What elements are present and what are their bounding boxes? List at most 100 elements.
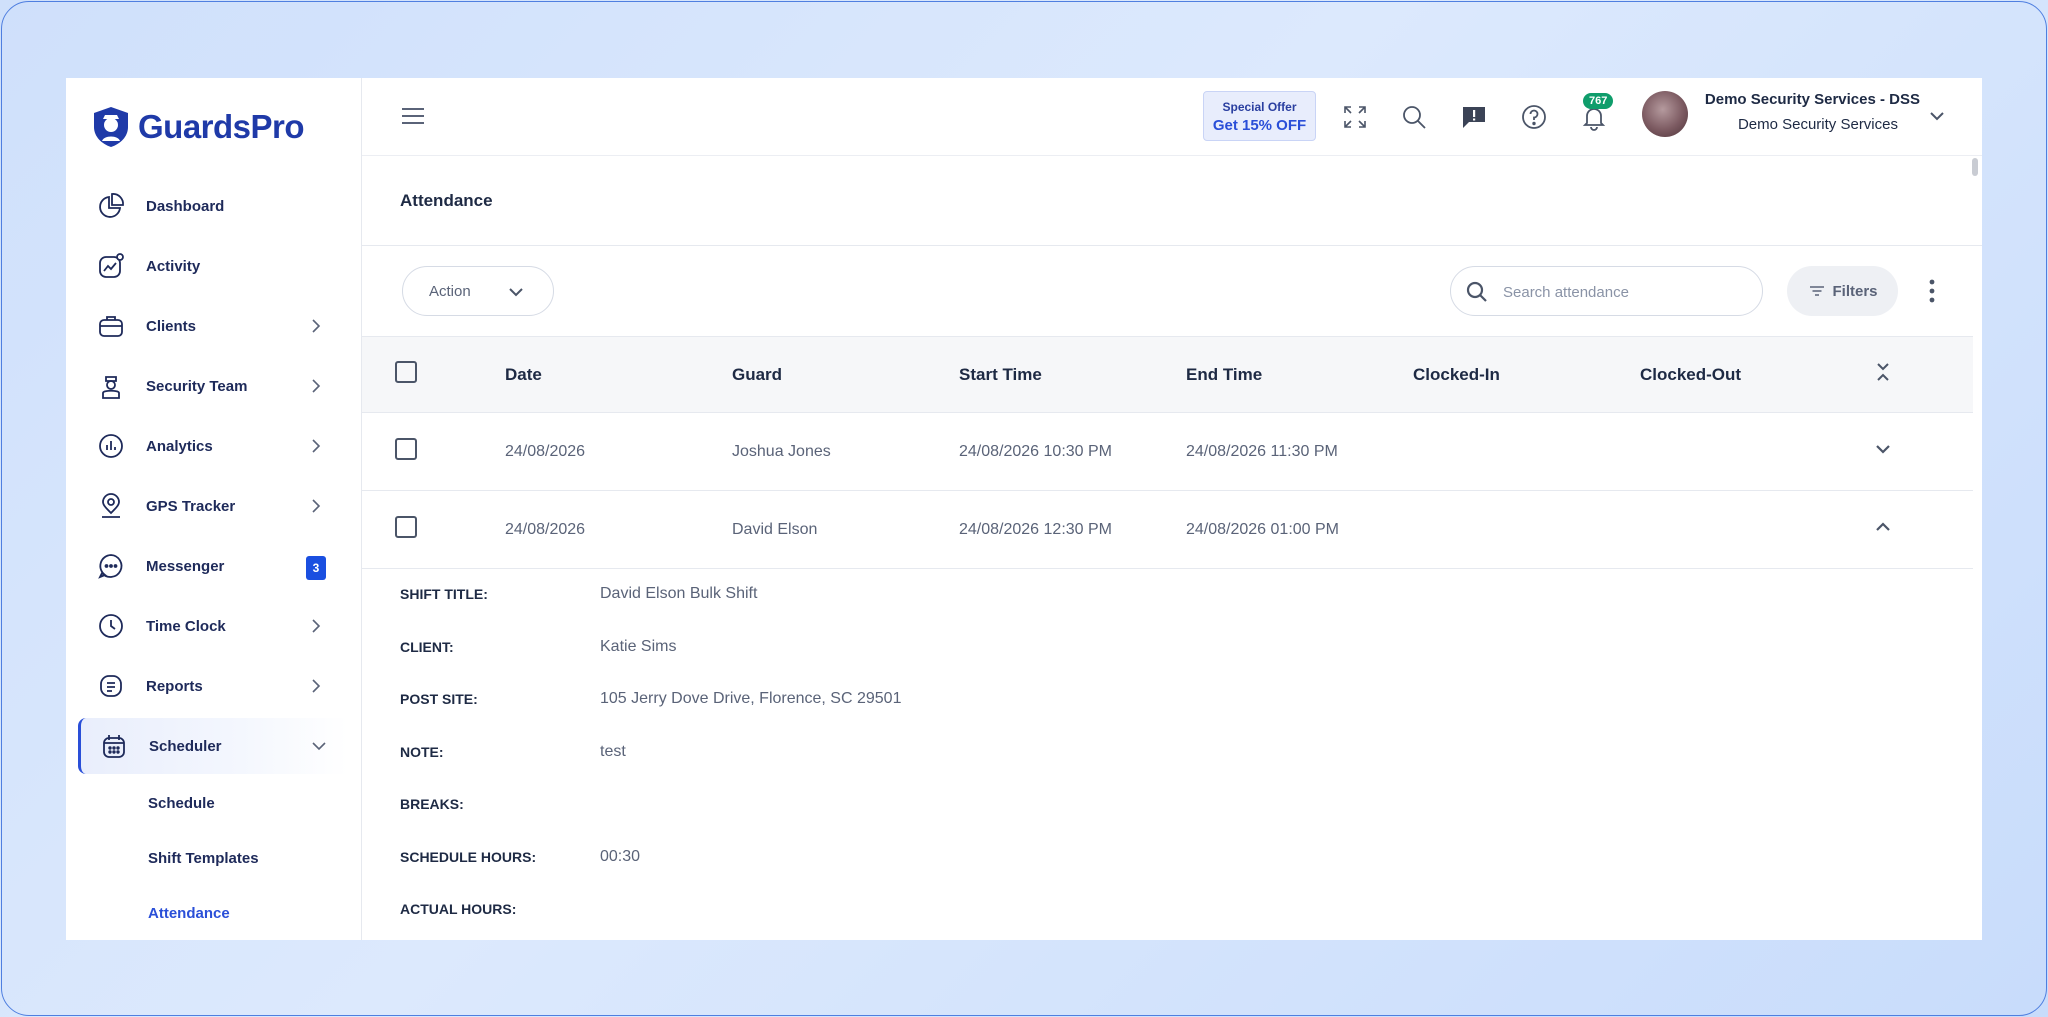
cell-start-time: 24/08/2026 10:30 PM xyxy=(959,442,1113,460)
pie-chart-icon xyxy=(96,191,126,221)
vertical-scrollbar[interactable] xyxy=(1972,158,1978,176)
sidebar-item-scheduler[interactable]: Scheduler xyxy=(78,718,348,774)
page-title: Attendance xyxy=(400,190,493,210)
detail-breaks: BREAKS: xyxy=(400,778,901,831)
guard-person-icon xyxy=(96,371,126,401)
app-window: GuardsPro Dashboard Activity Clients Sec… xyxy=(66,78,1982,940)
activity-graph-icon xyxy=(96,251,126,281)
sidebar-nav: Dashboard Activity Clients Security Team… xyxy=(66,176,361,774)
cell-end-time: 24/08/2026 11:30 PM xyxy=(1186,442,1338,460)
column-header-start-time[interactable]: Start Time xyxy=(959,337,1186,413)
chevron-down-icon[interactable] xyxy=(1927,106,1947,126)
detail-label: NOTE: xyxy=(400,743,444,760)
cell-clocked-in xyxy=(1413,491,1640,569)
bar-chart-circle-icon xyxy=(96,431,126,461)
select-all-checkbox[interactable] xyxy=(395,361,417,383)
column-header-clocked-in[interactable]: Clocked-In xyxy=(1413,337,1640,413)
sidebar-item-clients[interactable]: Clients xyxy=(66,296,361,356)
detail-value: Katie Sims xyxy=(600,637,677,655)
detail-shift-title: SHIFT TITLE: David Elson Bulk Shift xyxy=(400,568,901,621)
column-header-date[interactable]: Date xyxy=(505,337,732,413)
top-bar: Special Offer Get 15% OFF 767 Demo Secur xyxy=(362,78,1982,156)
sidebar-item-reports[interactable]: Reports xyxy=(66,656,361,716)
sidebar-item-dashboard[interactable]: Dashboard xyxy=(66,176,361,236)
location-pin-icon xyxy=(96,491,126,521)
sidebar-item-time-clock[interactable]: Time Clock xyxy=(66,596,361,656)
sidebar-item-label: Messenger xyxy=(146,557,225,575)
sidebar-item-activity[interactable]: Activity xyxy=(66,236,361,296)
attendance-table: Date Guard Start Time End Time Clocked-I… xyxy=(362,336,1973,569)
table-row[interactable]: 24/08/2026 Joshua Jones 24/08/2026 10:30… xyxy=(362,413,1973,491)
sidebar-subitem-shift-templates[interactable]: Shift Templates xyxy=(66,831,361,886)
sidebar-item-messenger[interactable]: Messenger 3 xyxy=(66,536,361,596)
hamburger-menu-icon[interactable] xyxy=(400,104,426,128)
chevron-down-icon xyxy=(312,742,326,751)
cell-clocked-out xyxy=(1640,413,1872,491)
search-box xyxy=(1450,266,1763,316)
sidebar-item-security-team[interactable]: Security Team xyxy=(66,356,361,416)
feedback-alert-icon[interactable] xyxy=(1459,102,1489,132)
fullscreen-icon[interactable] xyxy=(1340,102,1370,132)
detail-value: 00:30 xyxy=(600,847,641,865)
detail-note: NOTE: test xyxy=(400,726,901,779)
chevron-up-icon[interactable] xyxy=(1872,516,1894,538)
cell-date: 24/08/2026 xyxy=(505,520,586,538)
cell-clocked-out xyxy=(1640,491,1872,569)
more-options-icon[interactable] xyxy=(1922,277,1942,305)
sidebar-item-label: Time Clock xyxy=(146,617,226,635)
detail-label: ACTUAL HOURS: xyxy=(400,901,517,918)
calendar-icon xyxy=(99,731,129,761)
detail-value: test xyxy=(600,742,626,760)
chevron-down-icon[interactable] xyxy=(1872,438,1894,460)
cell-end-time: 24/08/2026 01:00 PM xyxy=(1186,520,1340,538)
search-icon[interactable] xyxy=(1399,102,1429,132)
column-header-guard[interactable]: Guard xyxy=(732,337,959,413)
filters-button[interactable]: Filters xyxy=(1787,266,1898,316)
collapse-expand-all-icon[interactable] xyxy=(1872,361,1894,383)
report-document-icon xyxy=(96,671,126,701)
filters-label: Filters xyxy=(1832,282,1878,300)
chevron-down-icon xyxy=(509,288,523,297)
avatar[interactable] xyxy=(1642,91,1688,137)
cell-date: 24/08/2026 xyxy=(505,442,586,460)
row-checkbox[interactable] xyxy=(395,438,417,460)
sidebar-item-label: GPS Tracker xyxy=(146,497,236,515)
search-input[interactable] xyxy=(1503,279,1743,305)
offer-title: Special Offer xyxy=(1222,100,1297,114)
detail-value: 105 Jerry Dove Drive, Florence, SC 29501 xyxy=(600,690,902,708)
row-details-panel: SHIFT TITLE: David Elson Bulk Shift CLIE… xyxy=(400,568,901,936)
messenger-unread-badge: 3 xyxy=(306,556,326,580)
sidebar-item-label: Reports xyxy=(146,677,203,695)
cell-guard: David Elson xyxy=(732,520,818,538)
chevron-right-icon xyxy=(312,619,321,633)
table-row[interactable]: 24/08/2026 David Elson 24/08/2026 12:30 … xyxy=(362,491,1973,569)
sidebar: GuardsPro Dashboard Activity Clients Sec… xyxy=(66,78,362,940)
main-content: Special Offer Get 15% OFF 767 Demo Secur xyxy=(362,78,1982,940)
action-dropdown[interactable]: Action xyxy=(402,266,554,316)
notification-count-badge: 767 xyxy=(1583,93,1614,109)
sidebar-item-gps-tracker[interactable]: GPS Tracker xyxy=(66,476,361,536)
sidebar-subitem-attendance[interactable]: Attendance xyxy=(66,886,361,940)
cell-guard: Joshua Jones xyxy=(732,442,831,460)
column-header-clocked-out[interactable]: Clocked-Out xyxy=(1640,337,1872,413)
column-header-end-time[interactable]: End Time xyxy=(1186,337,1413,413)
account-name: Demo Security Services - DSS xyxy=(1704,91,1920,108)
special-offer-button[interactable]: Special Offer Get 15% OFF xyxy=(1203,91,1316,141)
cell-clocked-in xyxy=(1413,413,1640,491)
sidebar-item-label: Activity xyxy=(146,257,201,275)
help-icon[interactable] xyxy=(1519,102,1549,132)
sidebar-item-analytics[interactable]: Analytics xyxy=(66,416,361,476)
offer-discount: Get 15% OFF xyxy=(1212,117,1307,134)
logo[interactable]: GuardsPro xyxy=(66,78,361,176)
account-info[interactable]: Demo Security Services - DSS Demo Securi… xyxy=(1700,91,1920,133)
detail-post-site: POST SITE: 105 Jerry Dove Drive, Florenc… xyxy=(400,673,901,726)
detail-label: CLIENT: xyxy=(400,638,454,655)
detail-value: David Elson Bulk Shift xyxy=(600,585,758,603)
scheduler-subnav: Schedule Shift Templates Attendance xyxy=(66,776,361,940)
filter-lines-icon xyxy=(1810,286,1825,296)
sidebar-subitem-schedule[interactable]: Schedule xyxy=(66,776,361,831)
chevron-right-icon xyxy=(312,439,321,453)
table-toolbar: Action Filters xyxy=(362,246,1982,336)
row-checkbox[interactable] xyxy=(395,516,417,538)
detail-label: POST SITE: xyxy=(400,691,478,708)
